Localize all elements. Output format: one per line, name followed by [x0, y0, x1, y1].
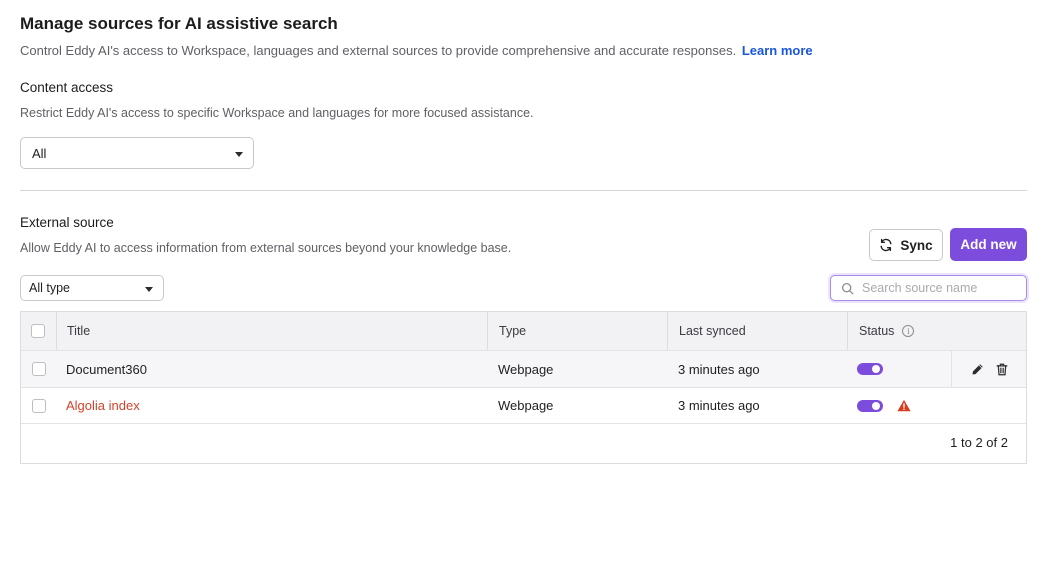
info-icon[interactable]: i — [902, 325, 915, 337]
status-toggle[interactable] — [857, 363, 883, 375]
page-subtitle: Control Eddy AI's access to Workspace, l… — [20, 43, 813, 58]
sync-label: Sync — [900, 237, 933, 253]
source-type: Webpage — [498, 361, 554, 377]
search-input[interactable] — [862, 281, 1012, 295]
source-type: Webpage — [498, 398, 554, 413]
column-header-type[interactable]: Type — [499, 312, 526, 350]
chevron-down-icon — [235, 152, 243, 157]
row-checkbox[interactable] — [32, 398, 46, 413]
source-last-synced: 3 minutes ago — [678, 398, 760, 413]
row-checkbox[interactable] — [32, 362, 46, 376]
select-all-checkbox[interactable] — [31, 324, 45, 338]
pencil-icon[interactable] — [971, 363, 984, 376]
type-filter-value: All type — [29, 281, 70, 295]
pagination-summary: 1 to 2 of 2 — [950, 435, 1008, 450]
page-title: Manage sources for AI assistive search — [20, 14, 338, 33]
sync-icon — [879, 238, 893, 252]
sync-button[interactable]: Sync — [869, 229, 943, 261]
content-access-select[interactable]: All — [20, 137, 254, 169]
chevron-down-icon — [145, 287, 153, 292]
learn-more-link[interactable]: Learn more — [742, 43, 813, 58]
page-subtitle-text: Control Eddy AI's access to Workspace, l… — [20, 43, 737, 58]
status-toggle[interactable] — [857, 399, 883, 412]
trash-icon[interactable] — [996, 363, 1008, 376]
type-filter-select[interactable]: All type — [20, 275, 164, 301]
external-source-title: External source — [20, 215, 114, 230]
table-row[interactable]: Document360 Webpage 3 minutes ago — [21, 351, 1026, 388]
section-divider — [20, 190, 1027, 191]
column-header-status: Status i — [859, 312, 915, 350]
content-access-title: Content access — [20, 80, 114, 95]
warning-icon[interactable] — [897, 399, 911, 412]
table-header: Title Type Last synced Status i — [21, 312, 1026, 351]
content-access-description: Restrict Eddy AI's access to specific Wo… — [20, 106, 534, 120]
add-new-button[interactable]: Add new — [950, 228, 1027, 261]
table-row[interactable]: Algolia index Webpage 3 minutes ago — [21, 388, 1026, 424]
search-box[interactable] — [830, 275, 1027, 301]
search-icon — [841, 282, 854, 295]
content-access-selected-value: All — [32, 145, 47, 161]
column-header-last-synced[interactable]: Last synced — [679, 312, 746, 350]
source-last-synced: 3 minutes ago — [678, 361, 760, 377]
source-title[interactable]: Algolia index — [66, 388, 140, 423]
external-source-description: Allow Eddy AI to access information from… — [20, 241, 512, 255]
source-title[interactable]: Document360 — [66, 351, 147, 387]
status-header-label: Status — [859, 324, 895, 338]
sources-table: Title Type Last synced Status i Document… — [20, 311, 1027, 464]
column-header-title[interactable]: Title — [67, 312, 90, 350]
row-actions — [951, 351, 1026, 387]
